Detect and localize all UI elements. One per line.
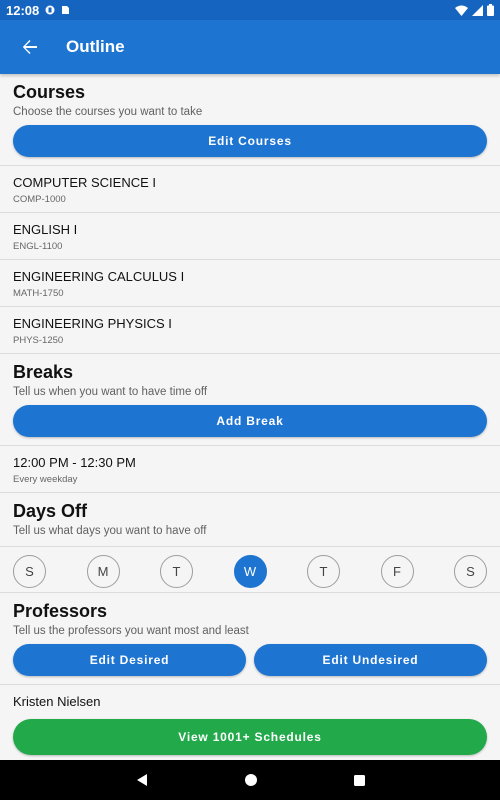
break-time: 12:00 PM - 12:30 PM: [13, 455, 136, 470]
breaks-title: Breaks: [13, 362, 74, 382]
professors-subtitle: Tell us the professors you want most and…: [13, 625, 249, 637]
arrow-back-icon: [22, 40, 37, 54]
battery-icon: [487, 4, 494, 16]
back-button[interactable]: [0, 20, 60, 74]
add-break-button[interactable]: Add Break: [13, 405, 487, 437]
sim-card-icon: [62, 6, 70, 14]
courses-header: Courses Choose the courses you want to t…: [0, 74, 500, 119]
status-time: 12:08: [6, 2, 40, 18]
courses-subtitle: Choose the courses you want to take: [13, 106, 203, 118]
app-notification-icon: [45, 5, 55, 15]
breaks-subtitle: Tell us when you want to have time off: [13, 386, 208, 398]
professor-item[interactable]: Kristen Nielsen: [0, 685, 500, 718]
course-code: ENGL-1100: [13, 241, 63, 252]
professors-title: Professors: [13, 601, 108, 621]
day-toggle-thursday[interactable]: T: [307, 555, 340, 588]
course-name: COMPUTER SCIENCE I: [13, 175, 157, 190]
page-title: Outline: [66, 37, 125, 56]
cell-signal-icon: [472, 4, 483, 16]
break-item[interactable]: 12:00 PM - 12:30 PM Every weekday: [0, 446, 500, 493]
course-code: MATH-1750: [13, 288, 64, 299]
course-name: ENGINEERING PHYSICS I: [13, 316, 172, 331]
outline-content[interactable]: Courses Choose the courses you want to t…: [0, 74, 500, 760]
courses-title: Courses: [13, 82, 86, 102]
edit-undesired-button[interactable]: Edit Undesired: [254, 644, 487, 676]
course-name: ENGINEERING CALCULUS I: [13, 269, 185, 284]
days-off-subtitle: Tell us what days you want to have off: [13, 525, 207, 537]
day-toggle-friday[interactable]: F: [380, 555, 414, 588]
course-item[interactable]: COMPUTER SCIENCE I COMP-1000: [0, 166, 500, 213]
day-toggle-saturday[interactable]: S: [454, 555, 487, 588]
edit-courses-button[interactable]: Edit Courses: [13, 125, 487, 157]
course-code: PHYS-1250: [13, 335, 64, 346]
course-name: ENGLISH I: [13, 222, 78, 237]
day-toggle-sunday[interactable]: S: [13, 555, 46, 588]
professors-header: Professors Tell us the professors you wa…: [0, 593, 500, 638]
nav-recents-icon[interactable]: [353, 774, 366, 787]
system-nav-bar: [0, 760, 500, 800]
day-toggle-wednesday[interactable]: W: [233, 555, 267, 588]
breaks-header: Breaks Tell us when you want to have tim…: [0, 354, 500, 399]
status-bar: 12:08: [0, 0, 500, 20]
days-off-title: Days Off: [13, 501, 88, 521]
course-item[interactable]: ENGINEERING CALCULUS I MATH-1750: [0, 260, 500, 307]
day-toggle-tuesday[interactable]: T: [160, 555, 193, 588]
course-item[interactable]: ENGLISH I ENGL-1100: [0, 213, 500, 260]
day-toggle-monday[interactable]: M: [86, 555, 120, 588]
professor-buttons: Edit Desired Edit Undesired: [0, 638, 500, 676]
wifi-icon: [455, 5, 468, 16]
course-code: COMP-1000: [13, 194, 66, 205]
nav-home-icon[interactable]: [244, 773, 258, 787]
nav-back-icon[interactable]: [135, 773, 149, 787]
break-repeat: Every weekday: [13, 474, 78, 485]
status-icons: [455, 4, 494, 16]
days-off-header: Days Off Tell us what days you want to h…: [0, 493, 500, 546]
day-picker: S M T W T F S: [0, 546, 500, 593]
edit-desired-button[interactable]: Edit Desired: [13, 644, 246, 676]
view-schedules-button[interactable]: View 1001+ Schedules: [13, 719, 487, 755]
course-item[interactable]: ENGINEERING PHYSICS I PHYS-1250: [0, 307, 500, 354]
app-bar: Outline: [0, 20, 500, 74]
